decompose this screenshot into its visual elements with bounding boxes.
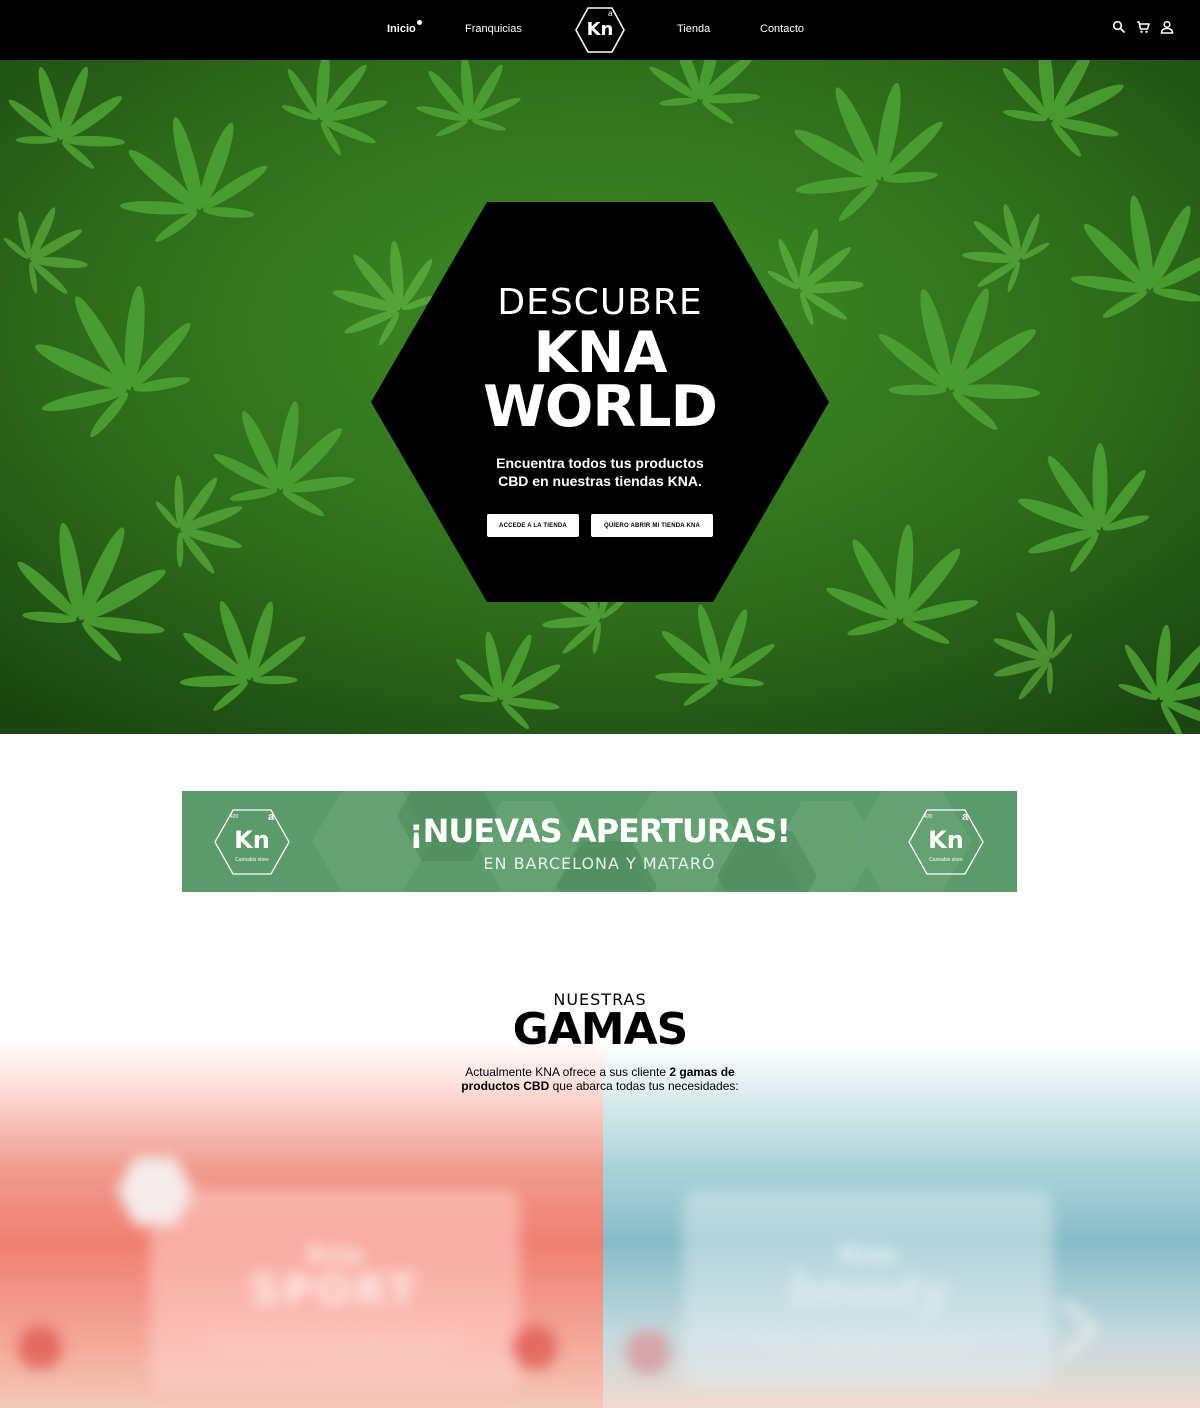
top-navbar: Inicio Franquicias Kn a Tienda Contacto (0, 0, 1200, 60)
nav-item-inicio[interactable]: Inicio (387, 23, 416, 35)
accede-tienda-button[interactable]: ACCEDE A LA TIENDA (487, 514, 579, 537)
gama-beauty-panel[interactable]: Kna beauty La gama BEAUTY de Kna te prop… (603, 1040, 1200, 1408)
nuevas-aperturas-banner[interactable]: Kn a 420 Cannabis store ¡NUEVAS APERTURA… (182, 791, 1017, 892)
banner-logo-caption: Cannabis store (929, 857, 963, 863)
gamas-desc-bold1: 2 gamas de (669, 1065, 735, 1079)
cart-icon[interactable] (1136, 20, 1150, 34)
hero-description-line2: CBD en nuestras tiendas KNA. (498, 473, 702, 489)
gamas-description: Actualmente KNA ofrece a sus cliente 2 g… (0, 1065, 1200, 1093)
nav-item-contacto[interactable]: Contacto (760, 23, 804, 35)
gamas-desc-part2: que abarca todas tus necesidades: (549, 1079, 739, 1093)
gamas-desc-part1: Actualmente KNA ofrece a sus cliente (465, 1065, 670, 1079)
abrir-tienda-button[interactable]: QUIERO ABRIR MI TIENDA KNA (591, 514, 713, 537)
active-indicator-dot (417, 20, 422, 25)
nav-item-tienda[interactable]: Tienda (677, 23, 710, 35)
gamas-title: GAMAS (512, 1004, 689, 1055)
user-icon[interactable] (1160, 20, 1174, 34)
sport-description: La gama SPORT de Kna ofrece productos 10… (205, 1331, 465, 1356)
banner-logo-num: 420 (924, 814, 933, 820)
nav-item-franquicias[interactable]: Franquicias (465, 23, 522, 35)
hero-section: DESCUBRE KNA WORLD Encuentra todos tus p… (0, 60, 1200, 734)
gama-sport-panel[interactable]: Kna SPORT La gama SPORT de Kna ofrece pr… (0, 1040, 603, 1408)
gamas-desc-bold2: productos CBD (461, 1079, 550, 1093)
hero-description-line1: Encuentra todos tus productos (496, 455, 704, 471)
nav-icon-group (1112, 20, 1174, 34)
banner-subtitle: EN BARCELONA Y MATARÓ (483, 854, 716, 873)
hero-hexagon: DESCUBRE KNA WORLD Encuentra todos tus p… (369, 202, 831, 602)
kna-logo[interactable]: Kn a (574, 6, 626, 54)
banner-logo-right: Kn a 420 Cannabis store (908, 809, 984, 875)
hero-description: Encuentra todos tus productos CBD en nue… (369, 454, 831, 490)
banner-title: ¡NUEVAS APERTURAS! (409, 812, 791, 850)
search-icon[interactable] (1112, 20, 1126, 34)
logo-text: Kn (586, 19, 614, 40)
beauty-description: La gama BEAUTY de Kna te proporciona una… (728, 1331, 1008, 1356)
hero-title-world: WORLD (483, 374, 718, 440)
sport-brand: Kna (306, 1240, 364, 1270)
hero-title-descubre: DESCUBRE (497, 282, 703, 323)
beauty-name: beauty (788, 1262, 948, 1316)
banner-logo-text: Kn (928, 826, 964, 854)
banner-logo-sup: a (962, 811, 969, 823)
logo-superscript: a (608, 9, 613, 18)
sport-name: SPORT (250, 1268, 420, 1314)
beauty-panel-blur-content: Kna beauty La gama BEAUTY de Kna te prop… (603, 1040, 1200, 1408)
sport-panel-blur-content: Kna SPORT La gama SPORT de Kna ofrece pr… (0, 1040, 603, 1408)
